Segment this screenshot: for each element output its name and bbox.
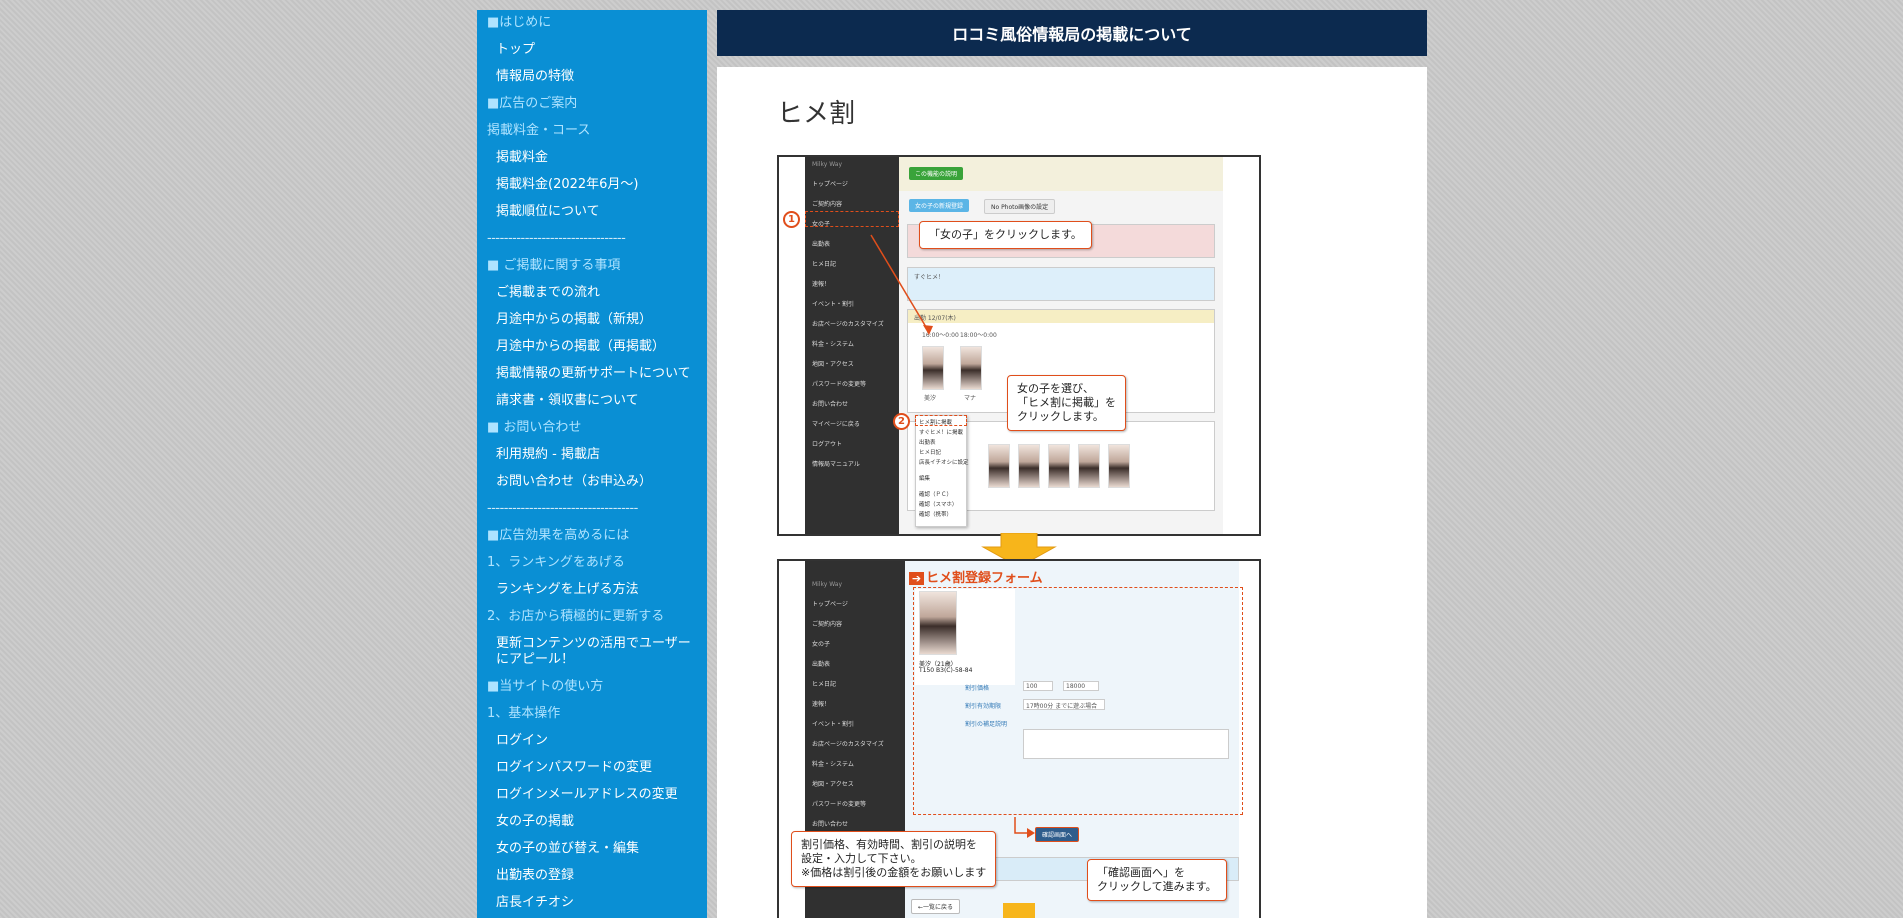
- sidebar-separator: ------------------------------------: [487, 501, 638, 516]
- sidebar-item[interactable]: 1、基本操作: [477, 701, 707, 728]
- sidebar-item[interactable]: 情報局の特徴: [477, 64, 707, 91]
- sidebar-item[interactable]: 女の子の並び替え・編集: [477, 836, 707, 863]
- sidebar-item[interactable]: ■当サイトの使い方: [477, 674, 707, 701]
- sidebar-item[interactable]: ■広告のご案内: [477, 91, 707, 118]
- header-title: ロコミ風俗情報局の掲載について: [952, 25, 1192, 44]
- sidebar-item[interactable]: 利用規約 - 掲載店: [477, 442, 707, 469]
- sidebar-item[interactable]: 掲載料金: [477, 145, 707, 172]
- sidebar-item[interactable]: ■ ご掲載に関する事項: [477, 253, 707, 280]
- page-title: ヒメ割: [777, 99, 856, 129]
- sidebar-nav: ■はじめに トップ 情報局の特徴 ■広告のご案内 掲載料金・コース 掲載料金 掲載料金(20…: [477, 10, 707, 918]
- sidebar-separator: ---------------------------------: [487, 231, 626, 246]
- sidebar-item[interactable]: 月途中からの掲載（新規）: [477, 307, 707, 334]
- callout-confirm: 「確認画面へ」を クリックして進みます。: [1087, 859, 1227, 901]
- down-arrow-icon-2: [1003, 903, 1035, 918]
- sidebar-item[interactable]: 月途中からの掲載（再掲載）: [477, 334, 707, 361]
- sidebar-item[interactable]: ログインパスワードの変更: [477, 755, 707, 782]
- sidebar-item[interactable]: ログイン: [477, 728, 707, 755]
- sidebar-item[interactable]: 更新コンテンツの活用でユーザーにアピール！: [477, 631, 707, 674]
- page-header: ロコミ風俗情報局の掲載について: [717, 10, 1427, 56]
- sidebar-item[interactable]: ランキングを上げる方法: [477, 577, 707, 604]
- sidebar-item[interactable]: ■はじめに: [477, 10, 707, 37]
- sidebar-item[interactable]: 店長イチオシ: [477, 890, 707, 917]
- sidebar-item[interactable]: 2、お店から積極的に更新する: [477, 604, 707, 631]
- callout-select-himewari: 女の子を選び、 「ヒメ割に掲載」を クリックします。: [1007, 375, 1126, 431]
- sidebar-item[interactable]: 出勤表の登録: [477, 863, 707, 890]
- sidebar-item[interactable]: 掲載順位について: [477, 199, 707, 226]
- sidebar-item[interactable]: 掲載料金・コース: [477, 118, 707, 145]
- sidebar-item[interactable]: 請求書・領収書について: [477, 388, 707, 415]
- sidebar-item[interactable]: トップ: [477, 37, 707, 64]
- step-arrow-graphic: [870, 234, 933, 335]
- sidebar-item[interactable]: 掲載情報の更新サポートについて: [477, 361, 707, 388]
- sidebar-item[interactable]: 1、ランキングをあげる: [477, 550, 707, 577]
- main-content: ヒメ割 Milky Way トップページ ご契約内容 女の子 出勤表 ヒメ日記 速報！ イベン…: [717, 67, 1427, 918]
- tutorial-screenshot-2: Milky Way トップページ ご契約内容 女の子 出勤表 ヒメ日記 速報！ イベント・割引…: [777, 559, 1261, 918]
- sidebar-item[interactable]: 女の子の掲載: [477, 809, 707, 836]
- sidebar-item[interactable]: ログインメールアドレスの変更: [477, 782, 707, 809]
- sidebar-item[interactable]: ■ お問い合わせ: [477, 415, 707, 442]
- sidebar-item[interactable]: ご掲載までの流れ: [477, 280, 707, 307]
- sidebar-item[interactable]: 掲載料金(2022年6月～): [477, 172, 707, 199]
- sidebar-item[interactable]: お問い合わせ（お申込み）: [477, 469, 707, 496]
- sidebar-item[interactable]: ■広告効果を高めるには: [477, 523, 707, 550]
- callout-enter-settings: 割引価格、有効時間、割引の説明を 設定・入力して下さい。 ※価格は割引後の金額を…: [791, 831, 997, 887]
- callout-click-girl: 「女の子」をクリックします。: [919, 221, 1092, 249]
- tutorial-screenshot-1: Milky Way トップページ ご契約内容 女の子 出勤表 ヒメ日記 速報！ イベント・割引…: [777, 155, 1261, 536]
